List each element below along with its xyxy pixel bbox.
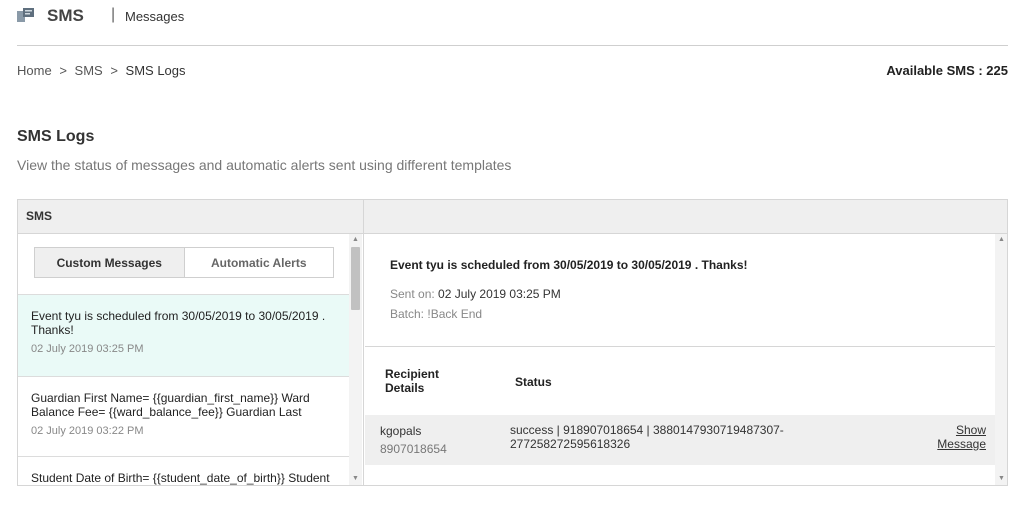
detail-sent-on: Sent on: 02 July 2019 03:25 PM [390, 287, 561, 301]
tab-automatic-alerts[interactable]: Automatic Alerts [184, 248, 333, 277]
sms-app-icon [17, 7, 37, 25]
scrollbar-thumb[interactable] [351, 247, 360, 310]
breadcrumb-current: SMS Logs [125, 63, 186, 78]
panel-header-label: SMS [26, 209, 53, 223]
table-row: kgopals 8907018654 success | 91890701865… [365, 415, 995, 465]
message-type-tabs: Custom Messages Automatic Alerts [34, 247, 334, 278]
scroll-down-arrow-icon[interactable]: ▼ [995, 473, 1007, 485]
list-item[interactable]: Event tyu is scheduled from 30/05/2019 t… [18, 294, 349, 376]
message-text: Guardian First Name= {{guardian_first_na… [31, 391, 310, 419]
message-text: Student Date of Birth= {{student_date_of… [31, 471, 330, 485]
top-bar: SMS | Messages [17, 0, 1008, 46]
breadcrumb-sms[interactable]: SMS [75, 63, 103, 78]
app-subtitle: Messages [125, 9, 185, 24]
detail-batch: Batch: !Back End [390, 307, 483, 321]
sms-logs-panel: SMS Custom Messages Automatic Alerts Eve… [17, 199, 1008, 486]
app-title: SMS [47, 6, 84, 25]
page-title: SMS Logs [17, 128, 95, 145]
panel-header-left: SMS [18, 200, 364, 234]
scroll-down-arrow-icon[interactable]: ▼ [349, 473, 362, 485]
recipient-name: kgopals [380, 424, 422, 438]
message-list: Event tyu is scheduled from 30/05/2019 t… [18, 294, 349, 485]
delivery-status: success | 918907018654 | 388014793071948… [510, 423, 784, 451]
message-text: Event tyu is scheduled from 30/05/2019 t… [31, 309, 326, 337]
scroll-up-arrow-icon[interactable]: ▲ [349, 234, 362, 246]
message-list-pane: Custom Messages Automatic Alerts Event t… [18, 234, 364, 485]
message-list-scrollbar[interactable]: ▲ ▼ [349, 234, 362, 485]
panel-header: SMS [18, 200, 1007, 234]
scroll-up-arrow-icon[interactable]: ▲ [995, 234, 1007, 246]
page-description: View the status of messages and automati… [17, 157, 512, 173]
breadcrumb-separator: > [59, 63, 67, 78]
message-time: 02 July 2019 03:22 PM [31, 425, 144, 437]
column-header-status: Status [515, 375, 552, 389]
message-detail-pane: Event tyu is scheduled from 30/05/2019 t… [365, 234, 1007, 485]
divider [365, 346, 995, 347]
available-sms-count: Available SMS : 225 [886, 63, 1008, 78]
detail-message-title: Event tyu is scheduled from 30/05/2019 t… [390, 258, 748, 272]
breadcrumb-separator: > [110, 63, 118, 78]
list-item[interactable]: Guardian First Name= {{guardian_first_na… [18, 376, 349, 456]
message-time: 02 July 2019 03:25 PM [31, 343, 144, 355]
column-header-recipient: Recipient Details [385, 367, 440, 395]
breadcrumb: Home > SMS > SMS Logs [17, 63, 190, 78]
recipient-phone: 8907018654 [380, 442, 447, 456]
sent-on-value: 02 July 2019 03:25 PM [438, 287, 561, 301]
breadcrumb-home[interactable]: Home [17, 63, 52, 78]
show-message-link[interactable]: Show Message [926, 423, 986, 451]
list-item[interactable]: Student Date of Birth= {{student_date_of… [18, 456, 349, 485]
sent-on-label: Sent on: [390, 287, 435, 301]
detail-scrollbar[interactable]: ▲ ▼ [995, 234, 1007, 485]
tab-custom-messages[interactable]: Custom Messages [35, 248, 185, 277]
